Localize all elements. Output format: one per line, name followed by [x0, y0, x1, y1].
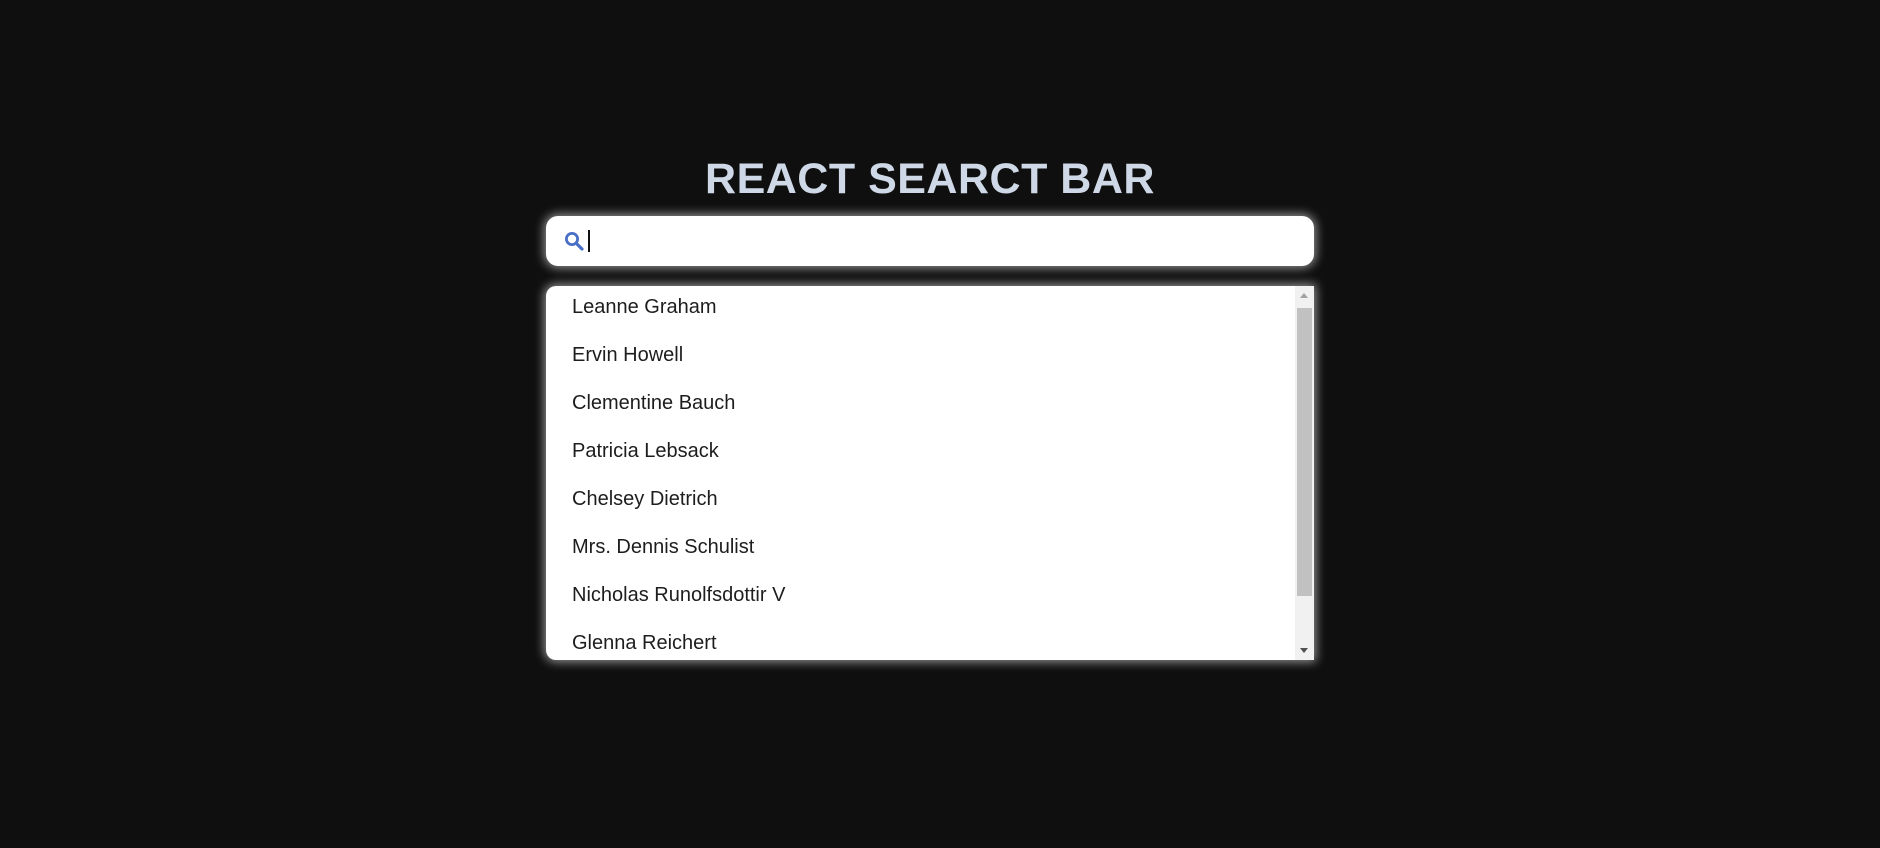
- results-dropdown: Leanne Graham Ervin Howell Clementine Ba…: [546, 286, 1314, 660]
- list-item[interactable]: Glenna Reichert: [546, 619, 1295, 660]
- text-cursor: [588, 230, 590, 252]
- results-list: Leanne Graham Ervin Howell Clementine Ba…: [546, 286, 1295, 660]
- list-item[interactable]: Patricia Lebsack: [546, 427, 1295, 475]
- page-title: REACT SEARCT BAR: [705, 155, 1155, 203]
- search-input[interactable]: [596, 221, 1296, 261]
- results-scrollbar[interactable]: [1295, 286, 1314, 660]
- list-item[interactable]: Leanne Graham: [546, 286, 1295, 331]
- list-item[interactable]: Clementine Bauch: [546, 379, 1295, 427]
- scroll-up-arrow-icon[interactable]: [1300, 293, 1308, 298]
- list-item[interactable]: Chelsey Dietrich: [546, 475, 1295, 523]
- scroll-down-arrow-icon[interactable]: [1300, 648, 1308, 653]
- search-bar[interactable]: [546, 216, 1314, 266]
- list-item[interactable]: Ervin Howell: [546, 331, 1295, 379]
- list-item[interactable]: Mrs. Dennis Schulist: [546, 523, 1295, 571]
- scrollbar-thumb[interactable]: [1297, 308, 1312, 596]
- search-icon: [564, 231, 584, 251]
- list-item[interactable]: Nicholas Runolfsdottir V: [546, 571, 1295, 619]
